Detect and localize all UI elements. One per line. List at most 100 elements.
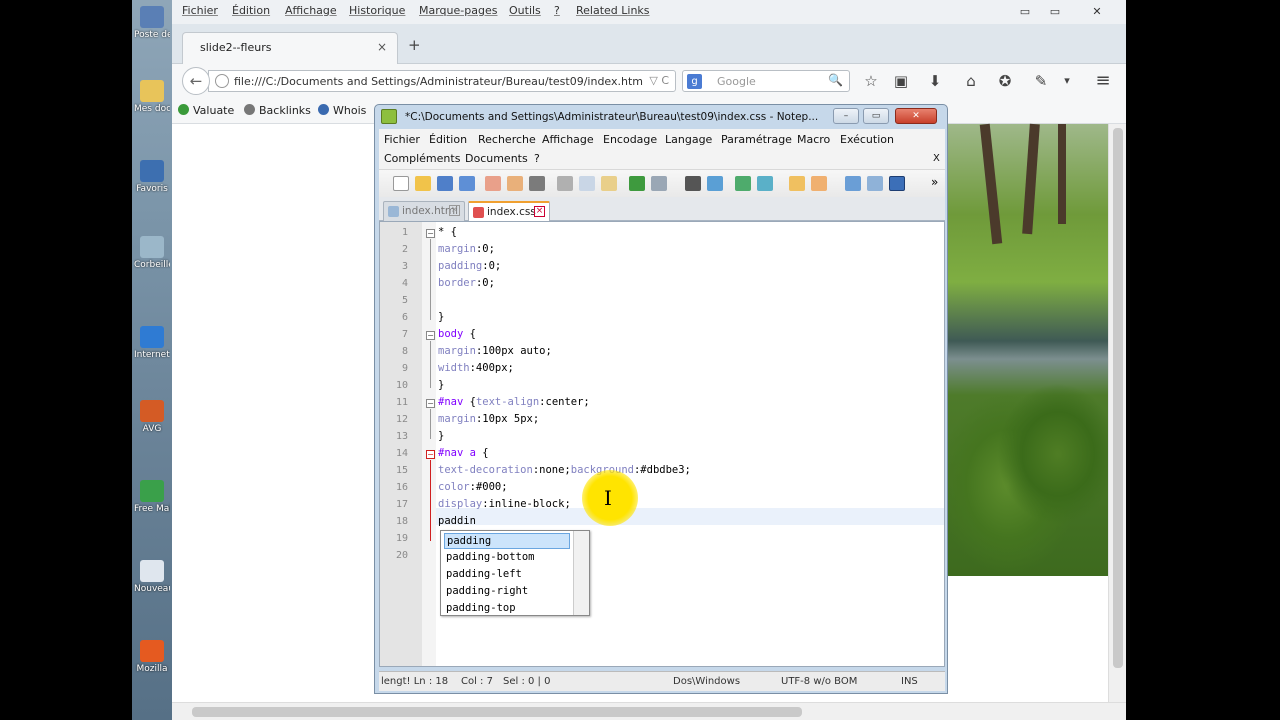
npp-menu-help[interactable]: ?: [534, 152, 540, 165]
code-line[interactable]: #nav a {: [438, 447, 489, 459]
tab-close-icon[interactable]: ×: [534, 206, 545, 217]
show-all-chars-icon[interactable]: [867, 176, 883, 191]
page-horizontal-scrollbar[interactable]: [172, 702, 1126, 720]
fold-toggle-icon[interactable]: −: [426, 229, 435, 238]
code-line[interactable]: }: [438, 379, 444, 391]
zoom-in-icon[interactable]: [735, 176, 751, 191]
home-icon[interactable]: ⌂: [960, 70, 982, 92]
code-line[interactable]: }: [438, 430, 444, 442]
undo-icon[interactable]: [629, 176, 645, 191]
npp-menu-langage[interactable]: Langage: [665, 133, 712, 146]
ff-menu-marque-pages[interactable]: Marque-pages: [419, 4, 497, 17]
code-line[interactable]: padding:0;: [438, 260, 501, 272]
ff-maximize-button[interactable]: ▭: [1042, 5, 1068, 21]
autocomplete-item[interactable]: padding-bottom: [444, 550, 570, 566]
tab-close-icon[interactable]: ×: [449, 205, 460, 216]
npp-menu-macro[interactable]: Macro: [797, 133, 830, 146]
google-icon[interactable]: g: [687, 74, 702, 89]
close-all-icon[interactable]: [507, 176, 523, 191]
desktop-icon[interactable]: Internet Explorer: [134, 326, 170, 360]
fold-toggle-icon[interactable]: −: [426, 399, 435, 408]
word-wrap-icon[interactable]: [845, 176, 861, 191]
ff-menu-edition[interactable]: Édition: [232, 4, 270, 17]
code-line[interactable]: display:inline-block;: [438, 498, 571, 510]
desktop-icon[interactable]: Nouveau Doc: [134, 560, 170, 594]
code-line[interactable]: body {: [438, 328, 476, 340]
redo-icon[interactable]: [651, 176, 667, 191]
npp-menu-complements[interactable]: Compléments: [384, 152, 460, 165]
horizontal-scroll-thumb[interactable]: [192, 707, 802, 717]
npp-menu-documents[interactable]: Documents: [465, 152, 528, 165]
ff-menu-related-links[interactable]: Related Links: [576, 4, 650, 17]
chevron-down-icon[interactable]: ▾: [1056, 70, 1078, 92]
desktop-icon[interactable]: Corbeille: [134, 236, 170, 270]
replace-icon[interactable]: [707, 176, 723, 191]
addon-icon[interactable]: ✪: [994, 70, 1016, 92]
url-bar[interactable]: file:///C:/Documents and Settings/Admini…: [208, 70, 676, 92]
npp-menu-encodage[interactable]: Encodage: [603, 133, 657, 146]
new-tab-button[interactable]: +: [408, 36, 421, 54]
url-reload-icon[interactable]: ▽ C: [649, 74, 669, 87]
desktop-icon[interactable]: Favoris: [134, 160, 170, 194]
sync-horizontal-icon[interactable]: [811, 176, 827, 191]
save-icon[interactable]: [437, 176, 453, 191]
back-button[interactable]: ←: [182, 67, 210, 95]
autocomplete-item[interactable]: padding-right: [444, 584, 570, 600]
save-all-icon[interactable]: [459, 176, 475, 191]
toolbar-overflow-icon[interactable]: »: [931, 175, 938, 189]
desktop-icon[interactable]: Mes docu: [134, 80, 170, 114]
star-icon[interactable]: ☆: [860, 70, 882, 92]
ff-menu-help[interactable]: ?: [554, 4, 560, 17]
ff-menu-fichier[interactable]: Fichier: [182, 4, 218, 17]
ff-menu-historique[interactable]: Historique: [349, 4, 405, 17]
fold-toggle-icon[interactable]: −: [426, 450, 435, 459]
tab-index-html[interactable]: index.html ×: [383, 201, 465, 221]
autocomplete-item[interactable]: padding-left: [444, 567, 570, 583]
page-vertical-scrollbar[interactable]: [1108, 124, 1126, 702]
autocomplete-scrollbar[interactable]: [573, 531, 589, 615]
code-line[interactable]: margin:100px auto;: [438, 345, 552, 357]
notepad-titlebar[interactable]: *C:\Documents and Settings\Administrateu…: [375, 105, 947, 129]
autocomplete-item[interactable]: padding-top: [444, 601, 570, 617]
code-line[interactable]: text-decoration:none;background:#dbdbe3;: [438, 464, 691, 476]
desktop-icon[interactable]: Free Mail Gen: [134, 480, 170, 514]
tab-slide2-fleurs[interactable]: slide2--fleurs ×: [182, 32, 398, 64]
code-line[interactable]: paddin: [438, 515, 476, 527]
autocomplete-list[interactable]: padding padding-bottom padding-left padding…: [440, 530, 590, 616]
desktop-icon[interactable]: Mozilla: [134, 640, 170, 674]
fold-toggle-icon[interactable]: −: [426, 331, 435, 340]
tab-close-icon[interactable]: ×: [377, 40, 387, 54]
search-input[interactable]: g Google 🔍: [682, 70, 850, 92]
code-line[interactable]: #nav {text-align:center;: [438, 396, 590, 408]
cut-icon[interactable]: [557, 176, 573, 191]
zoom-out-icon[interactable]: [757, 176, 773, 191]
code-line[interactable]: margin:10px 5px;: [438, 413, 539, 425]
copy-icon[interactable]: [579, 176, 595, 191]
paste-icon[interactable]: [601, 176, 617, 191]
code-line[interactable]: margin:0;: [438, 243, 495, 255]
ff-minimize-button[interactable]: ▭: [1012, 5, 1038, 21]
npp-menu-close-icon[interactable]: X: [933, 153, 940, 164]
bookmark-whois[interactable]: Whois: [318, 104, 366, 117]
vertical-scroll-thumb[interactable]: [1113, 128, 1123, 668]
npp-menu-fichier[interactable]: Fichier: [384, 133, 420, 146]
desktop-icon[interactable]: Poste de: [134, 6, 170, 40]
npp-menu-edition[interactable]: Édition: [429, 133, 467, 146]
ff-close-button[interactable]: ✕: [1084, 5, 1110, 21]
download-icon[interactable]: ⬇: [924, 70, 946, 92]
notepad-maximize-button[interactable]: ▭: [863, 108, 889, 124]
code-line[interactable]: color:#000;: [438, 481, 508, 493]
npp-menu-parametrage[interactable]: Paramétrage: [721, 133, 792, 146]
site-identity-icon[interactable]: [215, 74, 229, 88]
autocomplete-item[interactable]: padding: [444, 533, 570, 549]
new-file-icon[interactable]: [393, 176, 409, 191]
find-icon[interactable]: [685, 176, 701, 191]
sync-vertical-icon[interactable]: [789, 176, 805, 191]
indent-guide-icon[interactable]: [889, 176, 905, 191]
notepad-close-button[interactable]: ✕: [895, 108, 937, 124]
print-icon[interactable]: [529, 176, 545, 191]
close-file-icon[interactable]: [485, 176, 501, 191]
notepad-minimize-button[interactable]: –: [833, 108, 859, 124]
npp-menu-execution[interactable]: Exécution: [840, 133, 894, 146]
search-icon[interactable]: 🔍: [828, 73, 843, 87]
